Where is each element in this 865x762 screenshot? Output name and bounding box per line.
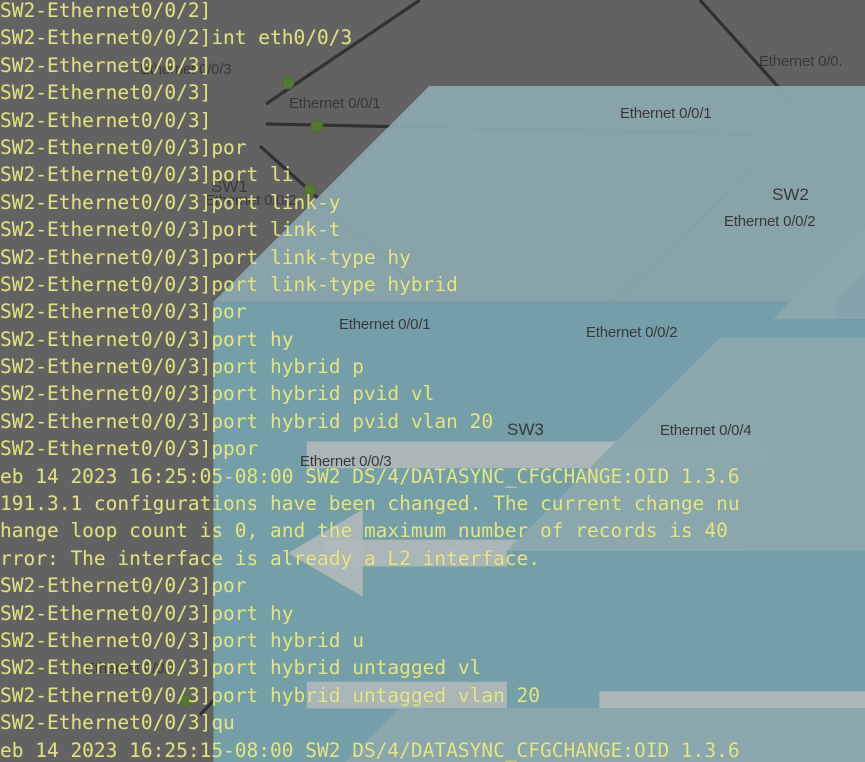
cli-line: SW2-Ethernet0/0/3]port hybrid untagged v… [0,683,541,707]
cli-line: SW2-Ethernet0/0/3]por [0,300,247,324]
cli-line: SW2-Ethernet0/0/3]port hybrid untagged v… [0,656,482,680]
cli-line: SW2-Ethernet0/0/3]port li [0,163,294,187]
cli-line: SW2-Ethernet0/0/3] [0,81,212,105]
cli-line: eb 14 2023 16:25:05-08:00 SW2 DS/4/DATAS… [0,464,740,488]
cli-line: SW2-Ethernet0/0/3]por [0,574,247,598]
cli-line: hange loop count is 0, and the maximum n… [0,519,728,543]
cli-line: SW2-Ethernet0/0/3]port hybrid p [0,355,364,379]
cli-line: SW2-Ethernet0/0/3]port link-t [0,218,341,242]
cli-line: 191.3.1 configurations have been changed… [0,492,740,516]
cli-line: SW2-Ethernet0/0/3]ppor [0,437,259,461]
cli-line: SW2-Ethernet0/0/3]port hy [0,601,294,625]
cli-line: SW2-Ethernet0/0/3] [0,53,212,77]
cli-line: SW2-Ethernet0/0/3]port link-y [0,190,341,214]
cli-line: SW2-Ethernet0/0/3]port hy [0,327,294,351]
cli-line: SW2-Ethernet0/0/3]port link-type hy [0,245,411,269]
cli-line: SW2-Ethernet0/0/2] [0,0,212,22]
cli-line: eb 14 2023 16:25:15-08:00 SW2 DS/4/DATAS… [0,738,740,762]
application-window: SW1 SW2 SW3 Ethernet 0/0/3 Ethernet 0/0/… [0,0,865,762]
cli-output-text: SW2-Ethernet0/0/2] SW2-Ethernet0/0/2]int … [0,0,865,762]
cli-line: SW2-Ethernet0/0/2]int eth0/0/3 [0,26,353,50]
cli-line: SW2-Ethernet0/0/3]port hybrid u [0,628,364,652]
cli-line: SW2-Ethernet0/0/3]port hybrid pvid vl [0,382,435,406]
cli-line: SW2-Ethernet0/0/3]qu [0,711,235,735]
cli-line: rror: The interface is already a L2 inte… [0,546,541,570]
cli-line: SW2-Ethernet0/0/3] [0,108,212,132]
cli-line: SW2-Ethernet0/0/3]por [0,135,247,159]
cli-line: SW2-Ethernet0/0/3]port hybrid pvid vlan … [0,409,494,433]
cli-terminal-overlay[interactable]: SW2-Ethernet0/0/2] SW2-Ethernet0/0/2]int … [0,0,865,762]
cli-line: SW2-Ethernet0/0/3]port link-type hybrid [0,272,458,296]
